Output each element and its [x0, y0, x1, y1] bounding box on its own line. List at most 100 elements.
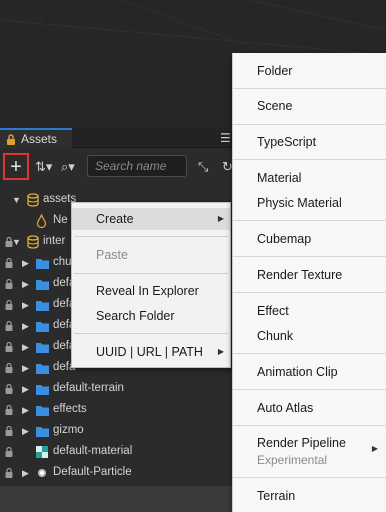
menu-item-uuid-url-path[interactable]: UUID | URL | PATH ▶: [72, 341, 230, 363]
tree-item-label: default-terrain: [53, 382, 124, 394]
create-submenu: Folder Scene TypeScript Material Physic …: [232, 53, 386, 512]
material-icon: [36, 446, 48, 458]
tree-item-label: chu: [53, 256, 72, 268]
folder-icon: [36, 406, 49, 416]
menu-icon[interactable]: ☰: [220, 131, 231, 145]
menu-separator: [233, 292, 386, 293]
menu-item-material[interactable]: Material: [233, 170, 386, 186]
collapsed-arrow-icon[interactable]: ▶: [22, 426, 29, 437]
menu-item-effect[interactable]: Effect: [233, 303, 386, 319]
lock-icon: [5, 342, 13, 352]
menu-item-label: Search Folder: [96, 309, 175, 323]
folder-icon: [36, 343, 49, 353]
menu-item-label: Material: [257, 171, 302, 185]
collapsed-arrow-icon[interactable]: ▶: [22, 279, 29, 290]
search-type-icon[interactable]: ⌕▾: [61, 159, 75, 175]
collapsed-arrow-icon[interactable]: ▶: [22, 468, 29, 479]
collapsed-arrow-icon[interactable]: ▶: [22, 384, 29, 395]
menu-item-render-pipeline[interactable]: Render Pipeline: [233, 435, 386, 451]
menu-item-label: Scene: [257, 99, 293, 113]
lock-icon: [5, 384, 13, 394]
context-menu: Create ▶ Paste Reveal In Explorer Search…: [71, 202, 231, 368]
menu-separator: [233, 256, 386, 257]
sort-icon[interactable]: ⇅▾: [35, 159, 52, 175]
menu-item-label: Auto Atlas: [257, 401, 314, 415]
menu-item-label: Folder: [257, 64, 293, 78]
tree-item-label: inter: [43, 235, 66, 247]
menu-item-chunk[interactable]: Chunk: [233, 328, 386, 344]
menu-item-label: Render Texture: [257, 268, 343, 282]
add-asset-button[interactable]: +: [3, 153, 29, 180]
menu-item-create[interactable]: Create ▶: [72, 208, 230, 230]
tab-assets[interactable]: Assets: [0, 128, 72, 148]
menu-item-sublabel-text: Experimental: [257, 453, 328, 467]
tree-item-label: effects: [53, 403, 87, 415]
folder-icon: [36, 427, 49, 437]
lock-icon: [5, 426, 13, 436]
collapsed-arrow-icon[interactable]: ▶: [22, 321, 29, 332]
menu-item-render-texture[interactable]: Render Texture: [233, 267, 386, 283]
menu-item-label: Animation Clip: [257, 365, 338, 379]
tree-item-label: Ne: [53, 214, 68, 226]
collapse-all-icon[interactable]: ⤡: [198, 159, 208, 175]
particle-icon: [38, 469, 46, 477]
menu-item-typescript[interactable]: TypeScript: [233, 134, 386, 150]
menu-item-label: Chunk: [257, 329, 294, 343]
menu-separator: [233, 220, 386, 221]
lock-icon: [5, 363, 13, 373]
menu-item-physic-material[interactable]: Physic Material: [233, 195, 386, 211]
lock-icon: [7, 133, 15, 145]
menu-item-label: Paste: [96, 248, 128, 262]
menu-item-animation-clip[interactable]: Animation Clip: [233, 364, 386, 380]
menu-item-auto-atlas[interactable]: Auto Atlas: [233, 400, 386, 416]
menu-item-cubemap[interactable]: Cubemap: [233, 231, 386, 247]
menu-item-folder[interactable]: Folder: [233, 63, 386, 79]
tree-item-label: gizmo: [53, 424, 84, 436]
menu-item-label: UUID | URL | PATH: [96, 345, 203, 359]
lock-icon: [5, 468, 13, 478]
collapsed-arrow-icon[interactable]: ▶: [22, 342, 29, 353]
expand-arrow-icon[interactable]: ▼: [12, 237, 21, 247]
menu-item-label: Reveal In Explorer: [96, 284, 199, 298]
collapsed-arrow-icon[interactable]: ▶: [22, 363, 29, 374]
search-input[interactable]: Search name: [87, 155, 187, 177]
menu-item-paste[interactable]: Paste: [72, 244, 230, 266]
collapsed-arrow-icon[interactable]: ▶: [22, 258, 29, 269]
menu-item-label: Terrain: [257, 489, 296, 503]
menu-separator: [233, 124, 386, 125]
menu-separator: [233, 389, 386, 390]
drop-icon: [36, 214, 47, 228]
lock-icon: [5, 447, 13, 457]
tree-item-label: Default-Particle: [53, 466, 132, 478]
folder-icon: [36, 322, 49, 332]
folder-icon: [36, 280, 49, 290]
menu-separator: [74, 273, 228, 274]
tab-assets-label: Assets: [21, 132, 58, 146]
collapsed-arrow-icon[interactable]: ▶: [22, 300, 29, 311]
menu-item-label: Create: [96, 212, 134, 226]
submenu-arrow-icon: ▶: [217, 347, 224, 356]
menu-item-terrain[interactable]: Terrain: [233, 488, 386, 504]
folder-icon: [36, 301, 49, 311]
database-icon: [27, 235, 39, 249]
menu-item-label: Physic Material: [257, 196, 342, 210]
lock-icon: [5, 405, 13, 415]
menu-item-sublabel: Experimental: [233, 452, 386, 468]
menu-item-scene[interactable]: Scene: [233, 98, 386, 114]
folder-icon: [36, 364, 49, 374]
collapsed-arrow-icon[interactable]: ▶: [22, 405, 29, 416]
folder-icon: [36, 385, 49, 395]
menu-separator: [233, 159, 386, 160]
lock-icon: [5, 300, 13, 310]
menu-separator: [233, 425, 386, 426]
menu-separator: [233, 353, 386, 354]
menu-item-reveal-in-explorer[interactable]: Reveal In Explorer: [72, 280, 230, 302]
folder-icon: [36, 259, 49, 269]
menu-item-label: Render Pipeline: [257, 436, 346, 450]
menu-separator: [233, 88, 386, 89]
lock-icon: [5, 321, 13, 331]
menu-separator: [74, 236, 228, 237]
menu-item-search-folder[interactable]: Search Folder: [72, 305, 230, 327]
database-icon: [27, 193, 39, 207]
expand-arrow-icon[interactable]: ▼: [12, 195, 21, 205]
